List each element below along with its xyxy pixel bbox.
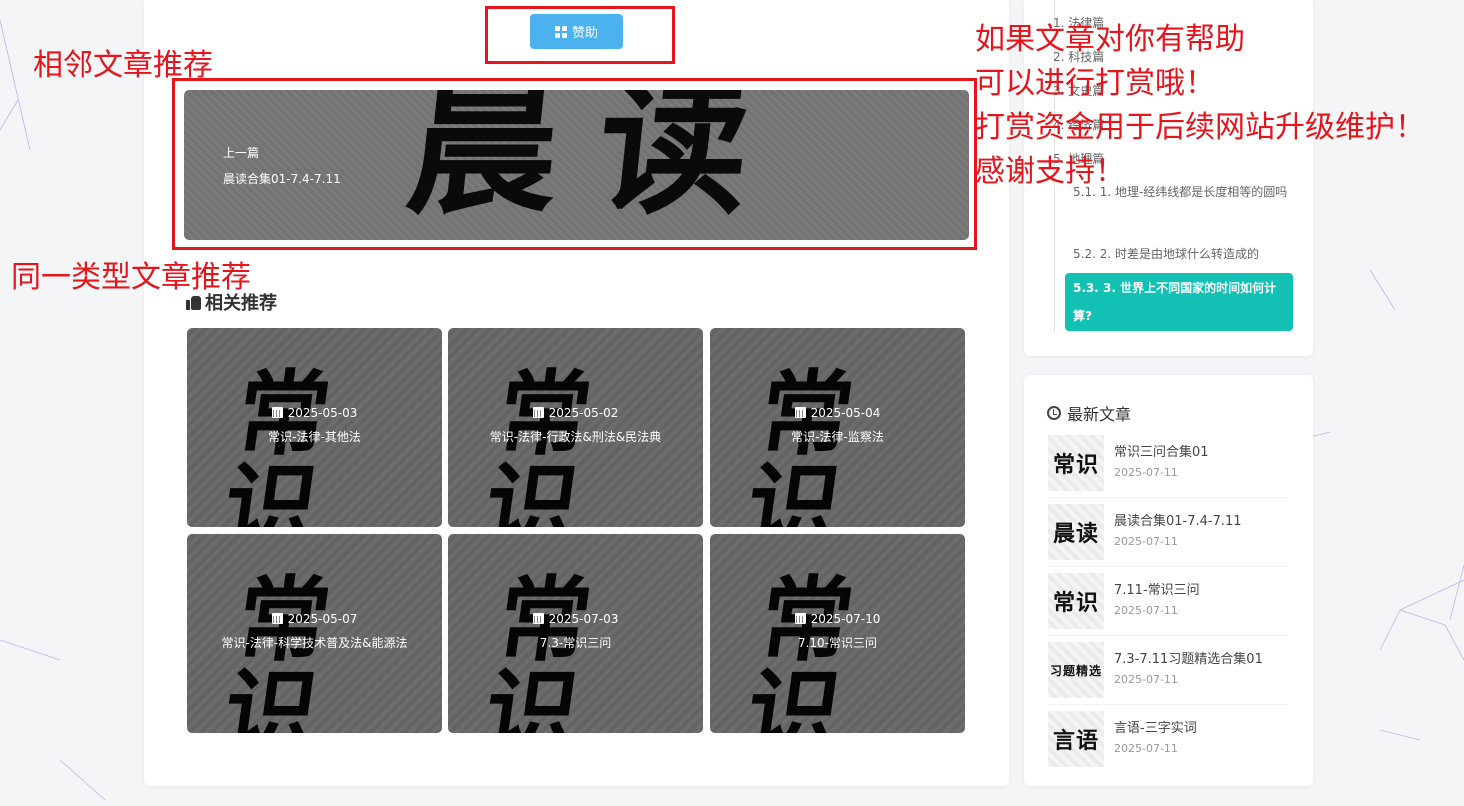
calendar-icon	[532, 613, 544, 624]
previous-label: 上一篇	[223, 146, 260, 160]
card-date: 2025-05-03	[271, 406, 357, 420]
calligraphy-image: 晨读	[399, 90, 799, 235]
annotation-same-type: 同一类型文章推荐	[11, 260, 251, 295]
calendar-icon	[794, 407, 806, 418]
annotation-line: 感谢支持！	[975, 154, 1125, 189]
latest-item-title[interactable]: 7.3-7.11习题精选合集01	[1114, 648, 1263, 667]
sponsor-label: 赞助	[571, 26, 598, 41]
article-thumbnail[interactable]: 常识	[1048, 573, 1104, 629]
latest-item-title[interactable]: 言语-三字实词	[1114, 717, 1197, 736]
latest-item-date: 2025-07-11	[1114, 466, 1178, 479]
card-date: 2025-05-07	[271, 612, 357, 626]
annotation-adjacent: 相邻文章推荐	[33, 48, 213, 83]
card-date: 2025-07-10	[794, 612, 880, 626]
card-title[interactable]: 7.3-常识三问	[540, 630, 611, 656]
latest-item[interactable]: 常识 7.11-常识三问 2025-07-11	[1048, 573, 1288, 633]
related-card[interactable]: 常识 2025-05-02 常识-法律-行政法&刑法&民法典	[448, 328, 703, 527]
annotation-line: 打赏资金用于后续网站升级维护！	[975, 110, 1425, 145]
latest-item-title[interactable]: 7.11-常识三问	[1114, 579, 1200, 598]
card-title[interactable]: 常识-法律-其他法	[268, 424, 361, 450]
latest-heading: 最新文章	[1047, 401, 1131, 425]
thumbs-up-icon	[186, 294, 202, 310]
grid-icon	[554, 25, 567, 38]
card-title[interactable]: 7.10-常识三问	[798, 630, 877, 656]
history-icon	[1047, 406, 1061, 420]
divider	[1048, 566, 1288, 567]
article-thumbnail[interactable]: 习题精选	[1048, 642, 1104, 698]
latest-item[interactable]: 言语 言语-三字实词 2025-07-11	[1048, 711, 1288, 771]
latest-item-date: 2025-07-11	[1114, 742, 1178, 755]
related-card[interactable]: 常识 2025-07-10 7.10-常识三问	[710, 534, 965, 733]
related-card[interactable]: 常识 2025-05-04 常识-法律-监察法	[710, 328, 965, 527]
latest-item[interactable]: 常识 常识三问合集01 2025-07-11	[1048, 435, 1288, 495]
latest-item-date: 2025-07-11	[1114, 535, 1178, 548]
previous-article-banner[interactable]: 晨读 上一篇 晨读合集01-7.4-7.11	[184, 90, 969, 240]
latest-item[interactable]: 晨读 晨读合集01-7.4-7.11 2025-07-11	[1048, 504, 1288, 564]
previous-article-title[interactable]: 晨读合集01-7.4-7.11	[223, 170, 341, 187]
latest-item-date: 2025-07-11	[1114, 604, 1178, 617]
annotation-donate: 如果文章对你有帮助 可以进行打赏哦！ 打赏资金用于后续网站升级维护！ 感谢支持！	[975, 18, 1425, 194]
card-title[interactable]: 常识-法律-监察法	[791, 424, 884, 450]
article-thumbnail[interactable]: 常识	[1048, 435, 1104, 491]
card-date: 2025-05-04	[794, 406, 880, 420]
divider	[1048, 497, 1288, 498]
toc-active-item[interactable]: 5.3. 3. 世界上不同国家的时间如何计算?	[1065, 273, 1293, 331]
related-card[interactable]: 常识 2025-07-03 7.3-常识三问	[448, 534, 703, 733]
divider	[1048, 704, 1288, 705]
card-date: 2025-07-03	[532, 612, 618, 626]
related-card[interactable]: 常识 2025-05-07 常识-法律-科学技术普及法&能源法	[187, 534, 442, 733]
annotation-line: 可以进行打赏哦！	[975, 66, 1215, 101]
latest-item-title[interactable]: 晨读合集01-7.4-7.11	[1114, 510, 1242, 529]
calendar-icon	[532, 407, 544, 418]
calendar-icon	[271, 407, 283, 418]
divider	[1048, 635, 1288, 636]
sponsor-button[interactable]: 赞助	[530, 14, 623, 49]
card-title[interactable]: 常识-法律-行政法&刑法&民法典	[490, 424, 661, 450]
calendar-icon	[271, 613, 283, 624]
latest-item-date: 2025-07-11	[1114, 673, 1178, 686]
annotation-line: 如果文章对你有帮助	[975, 22, 1245, 57]
related-card[interactable]: 常识 2025-05-03 常识-法律-其他法	[187, 328, 442, 527]
toc-subitem[interactable]: 5.2. 2. 时差是由地球什么转造成的	[1073, 240, 1288, 268]
card-title[interactable]: 常识-法律-科学技术普及法&能源法	[221, 630, 407, 656]
calendar-icon	[794, 613, 806, 624]
card-date: 2025-05-02	[532, 406, 618, 420]
latest-item-title[interactable]: 常识三问合集01	[1114, 441, 1209, 460]
article-thumbnail[interactable]: 言语	[1048, 711, 1104, 767]
article-thumbnail[interactable]: 晨读	[1048, 504, 1104, 560]
latest-heading-text: 最新文章	[1067, 405, 1132, 424]
latest-item[interactable]: 习题精选 7.3-7.11习题精选合集01 2025-07-11	[1048, 642, 1288, 702]
